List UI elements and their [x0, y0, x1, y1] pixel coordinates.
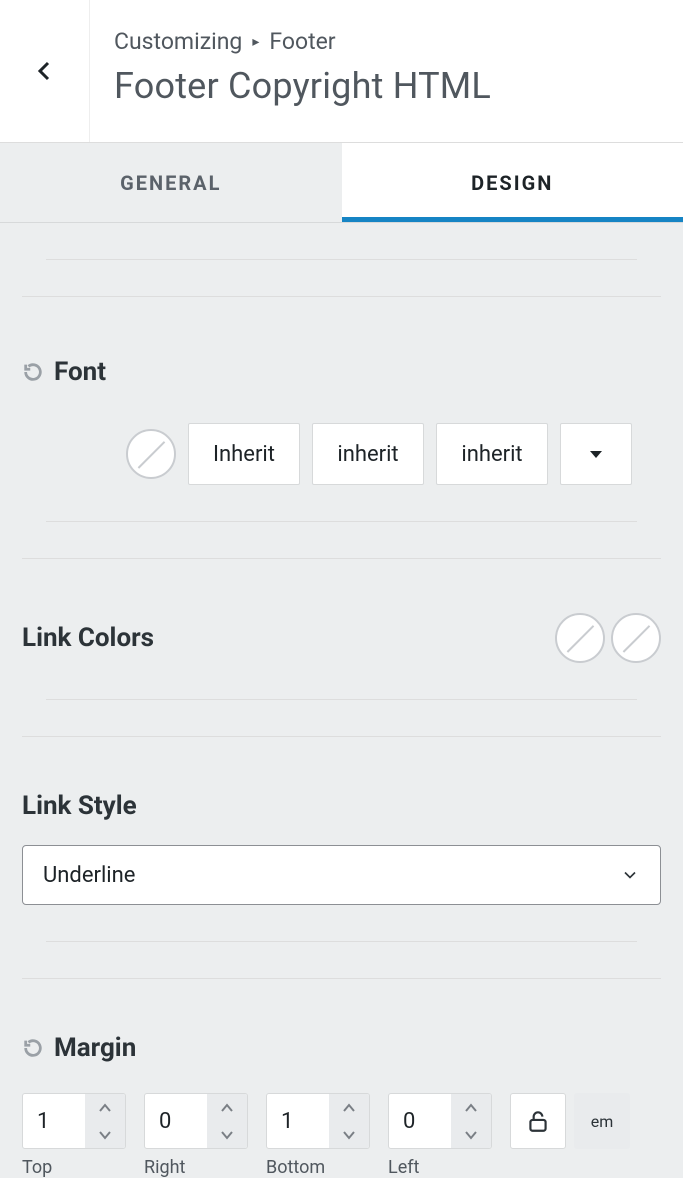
margin-lock-unit: em [510, 1093, 630, 1149]
margin-heading-row: Margin [22, 1033, 661, 1063]
margin-heading: Margin [54, 1033, 136, 1063]
caret-down-icon [588, 446, 604, 462]
margin-top-field: 1 Top [22, 1093, 126, 1178]
margin-left-input[interactable]: 0 [388, 1093, 492, 1149]
margin-unit-button[interactable]: em [574, 1093, 630, 1149]
margin-right-label: Right [144, 1157, 248, 1178]
design-panel: Font Inherit inherit inherit Link Colors… [0, 259, 683, 1178]
section-link-colors: Link Colors [22, 558, 661, 663]
font-more-button[interactable] [560, 423, 632, 485]
breadcrumb-parent: Footer [269, 28, 335, 55]
margin-left-field: 0 Left [388, 1093, 492, 1178]
margin-top-input[interactable]: 1 [22, 1093, 126, 1149]
margin-right-input[interactable]: 0 [144, 1093, 248, 1149]
font-family-value: Inherit [213, 442, 275, 467]
link-style-heading: Link Style [22, 791, 661, 821]
margin-unit-value: em [591, 1112, 614, 1131]
tab-general[interactable]: General [0, 143, 342, 222]
chevron-down-icon [620, 865, 640, 885]
link-style-select[interactable]: Underline [22, 845, 661, 905]
margin-left-increment[interactable] [451, 1094, 491, 1121]
margin-right-increment[interactable] [207, 1094, 247, 1121]
margin-top-value: 1 [23, 1094, 85, 1148]
reset-icon[interactable] [22, 361, 44, 383]
margin-bottom-decrement[interactable] [329, 1121, 369, 1148]
title-block: Customizing ▸ Footer Footer Copyright HT… [90, 0, 491, 142]
font-heading: Font [54, 357, 106, 387]
margin-top-label: Top [22, 1157, 126, 1178]
page-title: Footer Copyright HTML [114, 65, 491, 107]
section-link-style: Link Style Underline [22, 736, 661, 905]
breadcrumb: Customizing ▸ Footer [114, 28, 491, 55]
margin-controls: 1 Top 0 Right [22, 1093, 661, 1178]
tab-bar: General Design [0, 143, 683, 223]
margin-bottom-input[interactable]: 1 [266, 1093, 370, 1149]
font-weight-select[interactable]: inherit [312, 423, 424, 485]
section-font: Font Inherit inherit inherit [22, 296, 661, 485]
font-family-select[interactable]: Inherit [188, 423, 300, 485]
chevron-left-icon [33, 59, 57, 83]
margin-top-increment[interactable] [85, 1094, 125, 1121]
font-controls: Inherit inherit inherit [126, 423, 661, 485]
margin-right-field: 0 Right [144, 1093, 248, 1178]
back-button[interactable] [0, 0, 90, 142]
link-colors-heading: Link Colors [22, 623, 154, 653]
margin-left-decrement[interactable] [451, 1121, 491, 1148]
margin-lock-button[interactable] [510, 1093, 566, 1149]
font-heading-row: Font [22, 357, 661, 387]
font-style-select[interactable]: inherit [436, 423, 548, 485]
reset-icon[interactable] [22, 1037, 44, 1059]
tab-design[interactable]: Design [342, 143, 683, 222]
margin-bottom-label: Bottom [266, 1157, 370, 1178]
margin-right-value: 0 [145, 1094, 207, 1148]
customizer-header: Customizing ▸ Footer Footer Copyright HT… [0, 0, 683, 143]
font-style-value: inherit [461, 442, 522, 467]
link-color-swatch-hover[interactable] [611, 613, 661, 663]
font-weight-value: inherit [337, 442, 398, 467]
margin-left-value: 0 [389, 1094, 451, 1148]
breadcrumb-separator-icon: ▸ [252, 34, 259, 50]
margin-right-decrement[interactable] [207, 1121, 247, 1148]
margin-left-label: Left [388, 1157, 492, 1178]
link-color-swatch-normal[interactable] [555, 613, 605, 663]
unlock-icon [525, 1108, 551, 1134]
margin-bottom-increment[interactable] [329, 1094, 369, 1121]
margin-bottom-value: 1 [267, 1094, 329, 1148]
margin-bottom-field: 1 Bottom [266, 1093, 370, 1178]
margin-top-decrement[interactable] [85, 1121, 125, 1148]
font-color-swatch[interactable] [126, 429, 176, 479]
section-margin: Margin 1 Top 0 [22, 978, 661, 1178]
link-style-value: Underline [43, 863, 135, 888]
breadcrumb-root: Customizing [114, 28, 242, 55]
